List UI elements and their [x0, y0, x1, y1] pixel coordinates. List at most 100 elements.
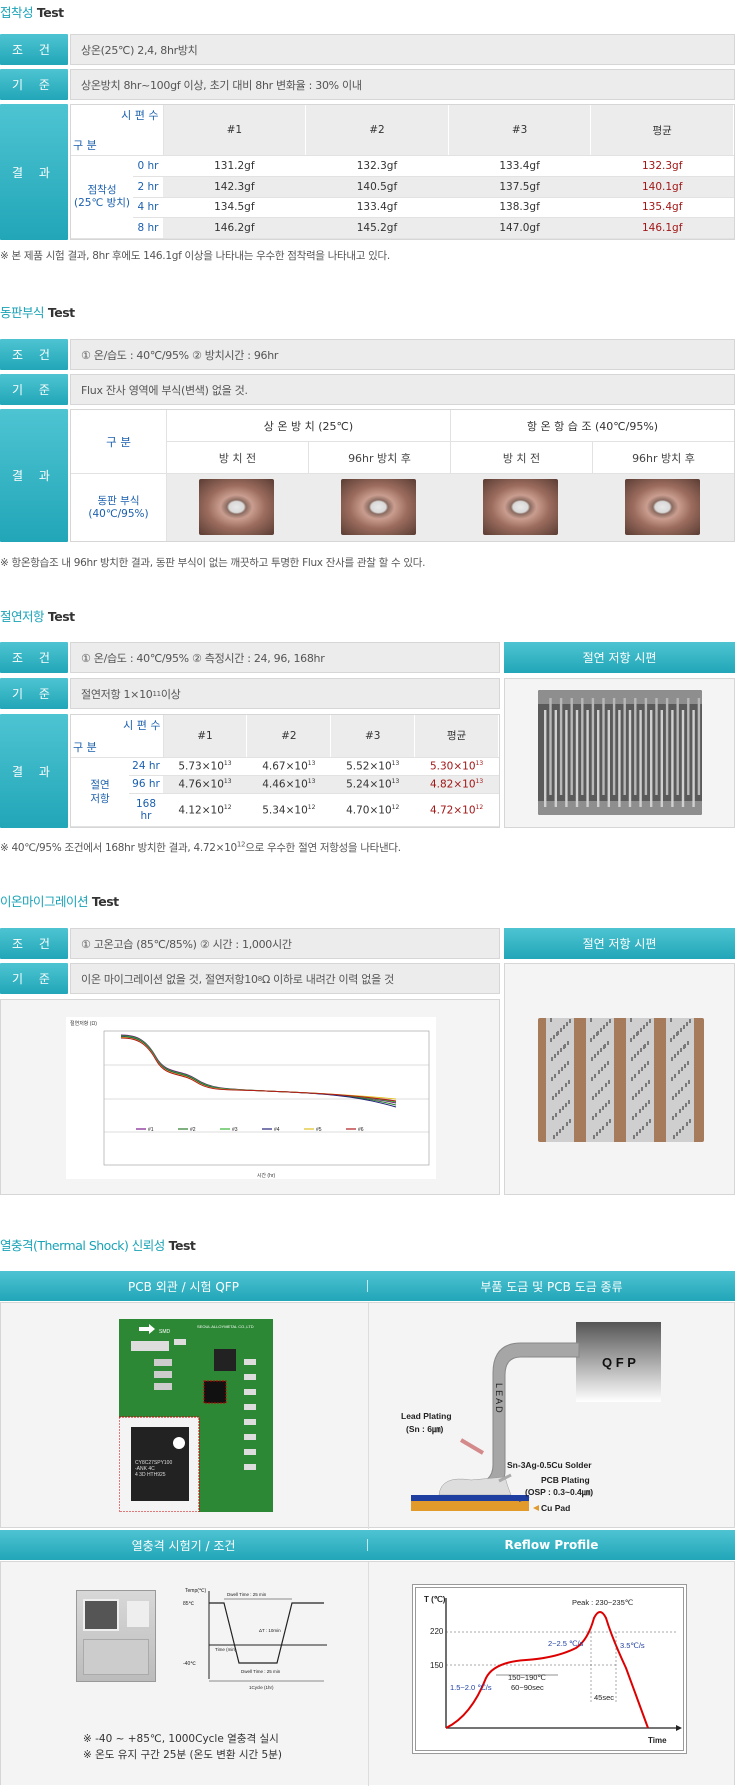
cell: 133.4gf — [448, 155, 591, 177]
cell: 132.3gf — [305, 155, 449, 177]
cell: 4.82×1013 — [414, 775, 499, 794]
col-avg: 평균 — [590, 105, 734, 157]
adhesion-title: 접착성 Test — [0, 5, 64, 20]
qfp-label: Q F P — [602, 1355, 636, 1370]
header-gubun: 구 분 — [73, 139, 97, 153]
cell: 140.1gf — [590, 176, 734, 198]
chart-xlabel: 시간 (hr) — [257, 1172, 276, 1179]
table-row: 8 hr 146.2gf 145.2gf 147.0gf 146.1gf — [71, 217, 734, 239]
standard-value: Flux 잔사 영역에 부식(변색) 없을 것. — [70, 374, 735, 405]
result-label: 결 과 — [0, 104, 68, 240]
copper-photo-1 — [199, 479, 274, 535]
legend-label-2: #2 — [190, 1127, 196, 1133]
copper-photo-3 — [483, 479, 558, 535]
cell: 5.24×1013 — [330, 775, 415, 794]
cell: 4.70×1012 — [330, 793, 415, 828]
ion-sample-image — [538, 1018, 704, 1142]
condition-value: ① 온/습도 : 40℃/95% ② 방치시간 : 96hr — [70, 339, 735, 370]
cell: 146.1gf — [590, 217, 734, 239]
cell: 138.3gf — [448, 197, 591, 219]
condition-value: ① 온/습도 : 40℃/95% ② 측정시간 : 24, 96, 168hr — [70, 642, 500, 673]
cell: 131.2gf — [163, 155, 306, 177]
svg-text:Time: Time — [648, 1736, 667, 1745]
cell: 135.4gf — [590, 197, 734, 219]
legend-label-4: #4 — [274, 1127, 280, 1133]
standard-value: 상온방치 8hr~100gf 이상, 초기 대비 8hr 변화율 : 30% 이… — [70, 69, 735, 100]
insulation-title: 절연저항 Test — [0, 609, 75, 624]
pcb-logo: SEOUL ALLOYMETAL CO.,LTD — [197, 1324, 254, 1329]
cell: 140.5gf — [305, 176, 449, 198]
table-row: 4 hr 134.5gf 133.4gf 138.3gf 135.4gf — [71, 197, 734, 219]
group-humidity: 항 온 항 습 조 (40℃/95%) — [450, 410, 734, 442]
copper-photo-4 — [625, 479, 700, 535]
col-2: #2 — [246, 715, 332, 758]
row-time: 4 hr — [133, 197, 163, 219]
cu-pad-label: Cu Pad — [541, 1503, 570, 1513]
ion-migration-title: 이온마이그레이션 Test — [0, 894, 119, 909]
cell: 4.12×1012 — [163, 793, 247, 828]
table-row: 절연 저항 24 hr 5.73×1013 4.67×1013 5.52×1013 5.3… — [71, 757, 499, 828]
copper-photo-2 — [341, 479, 416, 535]
header-sample: 시 편 수 — [121, 109, 159, 122]
cell: 147.0gf — [448, 217, 591, 239]
svg-text:ΔT : 10min: ΔT : 10min — [259, 1628, 281, 1633]
thermal-header-row-1: PCB 외관 / 시험 QFP 부품 도금 및 PCB 도금 종류 — [0, 1271, 735, 1301]
pcb-plating-label: PCB Plating — [541, 1475, 590, 1485]
cell: 142.3gf — [163, 176, 306, 198]
header-sample: 시 편 수 — [123, 719, 161, 732]
lead-plating-value: (Sn : 6㎛) — [406, 1424, 443, 1435]
svg-text:Dwell Time : 25 min: Dwell Time : 25 min — [241, 1669, 281, 1674]
insulation-note: ※ 40℃/95% 조건에서 168hr 방치한 결과, 4.72×1012으로… — [0, 840, 401, 855]
corrosion-table: 구 분 상 온 방 치 (25℃) 항 온 항 습 조 (40℃/95%) 방 … — [70, 409, 735, 542]
svg-text:150~190℃: 150~190℃ — [508, 1673, 546, 1682]
svg-text:2~2.5 ℃/s: 2~2.5 ℃/s — [548, 1639, 584, 1648]
cell: 132.3gf — [590, 155, 734, 177]
col-avg: 평균 — [414, 715, 499, 758]
corrosion-row-label: 동판 부식 (40℃/95%) — [71, 474, 167, 541]
standard-label: 기 준 — [0, 374, 68, 405]
chart-ylabel: 절연저항 (Ω) — [70, 1020, 97, 1027]
ion-migration-chart: 절연저항 (Ω) #1 #2 #3 #4 #5 #6 시간 (hr) — [66, 1017, 436, 1179]
corrosion-title: 동판부식 Test — [0, 305, 75, 320]
svg-text:60~90sec: 60~90sec — [511, 1683, 544, 1692]
ion-migration-chart-box: 절연저항 (Ω) #1 #2 #3 #4 #5 #6 시간 (hr) — [0, 999, 500, 1195]
svg-text:-40℃: -40℃ — [183, 1661, 196, 1667]
gubun-label: 구 분 — [71, 410, 167, 474]
pcb-plating-value: (OSP : 0.3~0.4㎛) — [525, 1487, 593, 1498]
svg-text:1Cycle (1hr): 1Cycle (1hr) — [249, 1685, 274, 1690]
sub-after-1: 96hr 방치 후 — [309, 442, 451, 473]
svg-text:T (℃): T (℃) — [424, 1595, 446, 1604]
cell: 5.34×1012 — [246, 793, 331, 828]
legend-label-3: #3 — [232, 1127, 238, 1133]
svg-text:45sec: 45sec — [594, 1693, 614, 1702]
col-3: #3 — [448, 105, 592, 157]
table-row: 2 hr 142.3gf 140.5gf 137.5gf 140.1gf — [71, 176, 734, 198]
insulation-table: 구 분 시 편 수 #1 #2 #3 평균 절연 저항 24 hr 5.73×101… — [70, 714, 500, 828]
condition-label: 조 건 — [0, 34, 68, 65]
svg-text:220: 220 — [430, 1627, 444, 1636]
svg-text:150: 150 — [430, 1661, 444, 1670]
standard-value: 절연저항 1×10 11 이상 — [70, 678, 500, 709]
reflow-header: Reflow Profile — [504, 1538, 599, 1552]
condition-value: ① 고온고습 (85℃/85%) ② 시간 : 1,000시간 — [70, 928, 500, 959]
result-label: 결 과 — [0, 409, 68, 542]
row-time: 24 hr — [129, 757, 163, 776]
row-time: 168 hr — [129, 793, 163, 828]
svg-text:Dwell Time : 25 min: Dwell Time : 25 min — [227, 1592, 267, 1597]
standard-value: 이온 마이그레이션 없을 것, 절연저항10 8 Ω 이하로 내려간 이력 없을 … — [70, 963, 500, 994]
legend-label-6: #6 — [358, 1127, 364, 1133]
corrosion-note: ※ 항온항습조 내 96hr 방치한 결과, 동판 부식이 없는 깨끗하고 투명… — [0, 557, 426, 569]
pcb-smd-label: SMD — [159, 1329, 171, 1335]
thermal-shock-title: 열충격(Thermal Shock) 신뢰성 Test — [0, 1238, 196, 1253]
col-1: #1 — [163, 105, 307, 157]
result-label: 결 과 — [0, 714, 68, 828]
row-time: 0 hr — [133, 155, 163, 177]
standard-label: 기 준 — [0, 69, 68, 100]
ion-sample-box — [504, 963, 735, 1195]
cell: 145.2gf — [305, 217, 449, 239]
col-1: #1 — [163, 715, 248, 758]
standard-label: 기 준 — [0, 963, 68, 994]
cell: 5.52×1013 — [330, 757, 415, 776]
cell: 4.76×1013 — [163, 775, 247, 794]
group-room-temp: 상 온 방 치 (25℃) — [167, 410, 450, 442]
